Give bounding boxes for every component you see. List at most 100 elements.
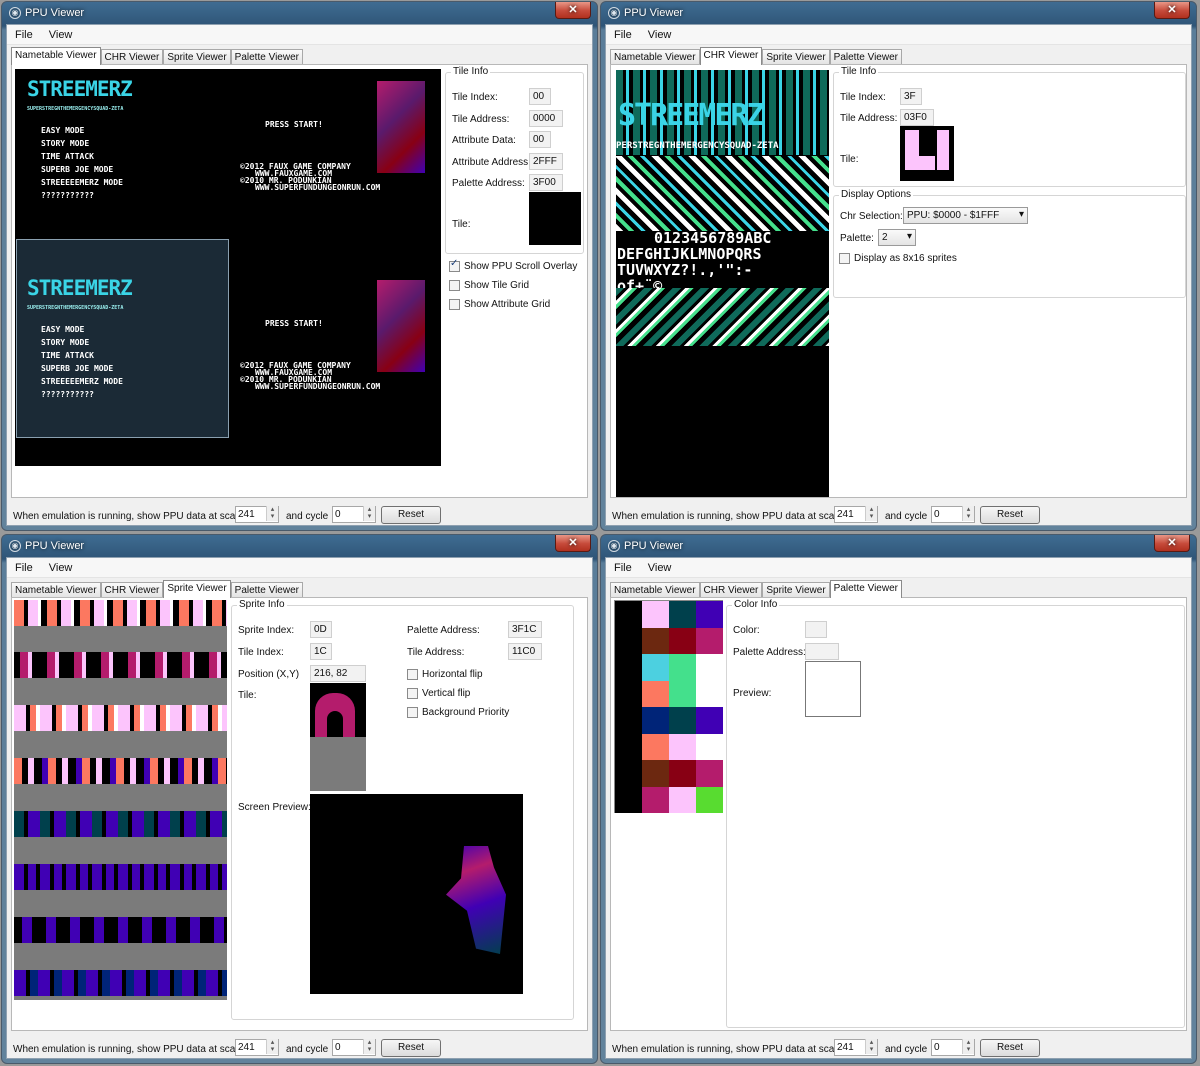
palette-dropdown[interactable]: 2 [878,229,916,246]
position-field[interactable]: 216, 82 [310,665,366,682]
palette-swatch[interactable] [642,733,669,760]
palette-swatch[interactable] [669,707,696,734]
tab-palette-viewer[interactable]: Palette Viewer [230,582,303,598]
tab-chr-viewer[interactable]: CHR Viewer [100,582,164,598]
tab-sprite-viewer[interactable]: Sprite Viewer [163,49,231,65]
palette-swatch[interactable] [669,680,696,707]
tile-index-field[interactable]: 1C [310,643,332,660]
title-bar[interactable]: ◉ PPU Viewer ✕ [2,2,597,24]
palette-address-field[interactable]: 3F1C [508,621,542,638]
scanline-spinner[interactable]: 241 [834,1039,878,1056]
reset-button[interactable]: Reset [980,1039,1040,1057]
reset-button[interactable]: Reset [381,1039,441,1057]
sprite-grid[interactable] [14,600,227,1000]
palette-swatch[interactable] [615,601,642,628]
tab-nametable-viewer[interactable]: Nametable Viewer [11,47,101,65]
palette-address-field[interactable] [805,643,839,660]
color-field[interactable] [805,621,827,638]
palette-address-field[interactable]: 3F00 [529,174,563,191]
tile-index-field[interactable]: 00 [529,88,551,105]
palette-swatch[interactable] [669,760,696,787]
tab-nametable-viewer[interactable]: Nametable Viewer [610,582,700,598]
attribute-data-field[interactable]: 00 [529,131,551,148]
palette-swatch[interactable] [642,601,669,628]
tab-sprite-viewer[interactable]: Sprite Viewer [163,580,231,598]
background-priority-checkbox[interactable]: Background Priority [407,707,509,718]
palette-swatch[interactable] [615,654,642,681]
palette-swatch[interactable] [669,627,696,654]
palette-swatch[interactable] [642,707,669,734]
chr-pattern-table[interactable]: STREEMERZ PERSTREGNTHEMERGENCYSQUAD-ZETA… [616,70,829,497]
palette-swatch[interactable] [642,760,669,787]
palette-swatch[interactable] [696,786,723,813]
show-tile-grid-checkbox[interactable]: Show Tile Grid [449,280,529,291]
vertical-flip-checkbox[interactable]: Vertical flip [407,688,470,699]
tab-chr-viewer[interactable]: CHR Viewer [100,49,164,65]
menu-view[interactable]: View [640,558,680,574]
chr-selection-dropdown[interactable]: PPU: $0000 - $1FFF [903,207,1028,224]
show-attribute-grid-checkbox[interactable]: Show Attribute Grid [449,299,550,310]
palette-swatch[interactable] [642,786,669,813]
tab-chr-viewer[interactable]: CHR Viewer [699,582,763,598]
tab-nametable-viewer[interactable]: Nametable Viewer [11,582,101,598]
palette-swatch[interactable] [696,680,723,707]
palette-swatch[interactable] [669,601,696,628]
menu-view[interactable]: View [41,25,81,41]
tab-chr-viewer[interactable]: CHR Viewer [699,47,763,65]
palette-swatch[interactable] [669,786,696,813]
title-bar[interactable]: ◉ PPU Viewer ✕ [2,535,597,557]
palette-swatch[interactable] [615,786,642,813]
cycle-spinner[interactable]: 0 [332,506,376,523]
scanline-spinner[interactable]: 241 [235,506,279,523]
tab-palette-viewer[interactable]: Palette Viewer [230,49,303,65]
palette-swatch[interactable] [615,733,642,760]
palette-swatch[interactable] [696,601,723,628]
close-icon[interactable]: ✕ [1154,2,1190,19]
palette-swatch[interactable] [642,654,669,681]
scanline-spinner[interactable]: 241 [834,506,878,523]
palette-swatch[interactable] [642,680,669,707]
title-bar[interactable]: ◉ PPU Viewer ✕ [601,535,1196,557]
tab-palette-viewer[interactable]: Palette Viewer [829,49,902,65]
menu-view[interactable]: View [41,558,81,574]
close-icon[interactable]: ✕ [555,535,591,552]
palette-swatch[interactable] [696,760,723,787]
palette-swatch[interactable] [696,733,723,760]
display-8x16-checkbox[interactable]: Display as 8x16 sprites [839,253,957,264]
close-icon[interactable]: ✕ [555,2,591,19]
cycle-spinner[interactable]: 0 [931,506,975,523]
nametable-screen[interactable]: STREEMERZ SUPERSTREGNTHEMERGENCYSQUAD-ZE… [15,69,441,466]
palette-swatch[interactable] [696,627,723,654]
reset-button[interactable]: Reset [381,506,441,524]
menu-file[interactable]: File [7,558,41,574]
tile-address-field[interactable]: 0000 [529,110,563,127]
sprite-index-field[interactable]: 0D [310,621,332,638]
menu-file[interactable]: File [7,25,41,41]
tab-palette-viewer[interactable]: Palette Viewer [829,580,902,598]
menu-file[interactable]: File [606,558,640,574]
reset-button[interactable]: Reset [980,506,1040,524]
palette-grid[interactable] [614,600,723,813]
tile-index-field[interactable]: 3F [900,88,922,105]
close-icon[interactable]: ✕ [1154,535,1190,552]
tile-address-field[interactable]: 11C0 [508,643,542,660]
show-ppu-scroll-overlay-checkbox[interactable]: Show PPU Scroll Overlay [449,258,577,272]
menu-view[interactable]: View [640,25,680,41]
palette-swatch[interactable] [615,760,642,787]
tile-address-field[interactable]: 03F0 [900,109,934,126]
palette-swatch[interactable] [615,627,642,654]
palette-swatch[interactable] [615,680,642,707]
palette-swatch[interactable] [696,654,723,681]
palette-swatch[interactable] [696,707,723,734]
attribute-address-field[interactable]: 2FFF [529,153,563,170]
palette-swatch[interactable] [642,627,669,654]
tab-nametable-viewer[interactable]: Nametable Viewer [610,49,700,65]
cycle-spinner[interactable]: 0 [332,1039,376,1056]
palette-swatch[interactable] [669,733,696,760]
tab-sprite-viewer[interactable]: Sprite Viewer [762,582,830,598]
palette-swatch[interactable] [615,707,642,734]
scanline-spinner[interactable]: 241 [235,1039,279,1056]
palette-swatch[interactable] [669,654,696,681]
horizontal-flip-checkbox[interactable]: Horizontal flip [407,669,483,680]
tab-sprite-viewer[interactable]: Sprite Viewer [762,49,830,65]
